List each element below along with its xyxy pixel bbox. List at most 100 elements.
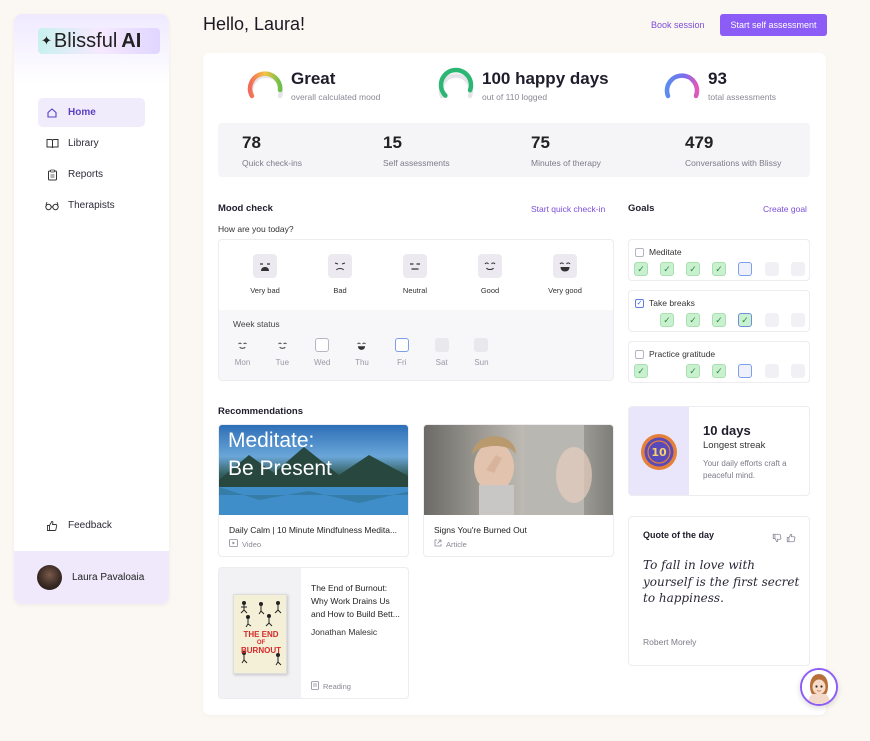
goal-day-done[interactable]: ✓ — [712, 262, 726, 276]
goal-day-today-done[interactable]: ✓ — [738, 313, 752, 327]
overlay-line: Meditate: — [228, 429, 315, 452]
day-mon[interactable]: Mon — [234, 338, 251, 372]
book-cover-image[interactable]: THE END OF BURNOUT — [233, 594, 287, 674]
sidebar-item-therapists[interactable]: Therapists — [38, 191, 145, 220]
sidebar-item-library[interactable]: Library — [38, 129, 145, 158]
goal-day-today[interactable] — [738, 364, 752, 378]
mood-check-panel: Very bad Bad Neutral Good Very good Week… — [218, 239, 614, 381]
recommendation-type: Article — [434, 539, 467, 549]
recommendation-title[interactable]: Signs You're Burned Out — [434, 525, 609, 535]
type-label: Video — [242, 539, 262, 549]
book-author: Jonathan Malesic — [311, 627, 378, 637]
thumbs-up-icon[interactable] — [786, 530, 796, 548]
goal-day-future — [765, 262, 779, 276]
goal-card[interactable]: Meditate ✓ ✓ ✓ ✓ — [628, 239, 810, 281]
goal-day-done[interactable]: ✓ — [634, 262, 648, 276]
goals-title: Goals — [628, 203, 655, 214]
goal-day-done[interactable]: ✓ — [686, 364, 700, 378]
goal-checkbox[interactable] — [635, 247, 644, 257]
day-future-box — [474, 338, 489, 352]
book-cover-title: THE END OF BURNOUT — [234, 630, 286, 655]
quote-author: Robert Morely — [643, 637, 697, 647]
video-thumbnail[interactable]: Meditate: Be Present — [219, 425, 408, 515]
streak-label: Longest streak — [703, 440, 766, 451]
goal-day-done[interactable]: ✓ — [634, 364, 648, 378]
mood-option-label: Very bad — [250, 286, 280, 295]
book-title[interactable]: The End of Burnout: Why Work Drains Us a… — [311, 582, 406, 621]
day-fri[interactable]: Fri — [393, 338, 410, 372]
goal-day-done[interactable]: ✓ — [660, 262, 674, 276]
neutral-face-icon — [403, 254, 427, 278]
page-title: Hello, Laura! — [203, 14, 306, 34]
user-profile[interactable]: Laura Pavaloaia — [14, 551, 169, 604]
goal-day-done[interactable]: ✓ — [660, 313, 674, 327]
mood-option-very-bad[interactable]: Very bad — [235, 254, 295, 304]
goal-day-future — [791, 262, 805, 276]
streak-value: 10 days — [703, 423, 751, 438]
streak-badge-area: 10 — [629, 407, 689, 495]
external-link-icon — [434, 539, 442, 549]
feedback-button[interactable]: Feedback — [38, 511, 145, 540]
goal-card[interactable]: Practice gratitude ✓ ✓ ✓ — [628, 341, 810, 383]
day-wed[interactable]: Wed — [314, 338, 331, 372]
mood-question: How are you today? — [218, 224, 294, 234]
mood-option-good[interactable]: Good — [460, 254, 520, 304]
thumbs-down-icon[interactable] — [772, 530, 782, 548]
stat-label: Self assessments — [383, 158, 450, 168]
goal-label: Take breaks — [649, 298, 695, 308]
cover-line: BURNOUT — [241, 646, 281, 655]
goal-day-done[interactable]: ✓ — [712, 313, 726, 327]
quote-card: Quote of the day To fall in love with yo… — [628, 516, 810, 666]
sidebar-item-home[interactable]: Home — [38, 98, 145, 127]
logo-ai: AI — [121, 29, 142, 52]
feedback-label: Feedback — [68, 520, 112, 531]
goal-day-future — [765, 313, 779, 327]
start-quick-checkin-link[interactable]: Start quick check-in — [531, 204, 605, 214]
goal-checkbox[interactable] — [635, 349, 644, 359]
sidebar: ✦ Blissful AI Home Library Reports Thera… — [14, 14, 169, 604]
medal-number: 10 — [651, 446, 667, 459]
day-thu[interactable]: Thu — [353, 338, 370, 372]
app-logo[interactable]: ✦ Blissful AI — [38, 28, 160, 54]
assessments-gauge-icon — [664, 73, 700, 99]
sparkle-icon: ✦ — [41, 33, 52, 48]
goal-label: Meditate — [649, 247, 682, 257]
goal-card[interactable]: ✓ Take breaks ✓ ✓ ✓ ✓ — [628, 290, 810, 332]
goal-day-today[interactable] — [738, 262, 752, 276]
clipboard-icon — [44, 169, 60, 181]
day-tue[interactable]: Tue — [274, 338, 291, 372]
recommendation-title[interactable]: Daily Calm | 10 Minute Mindfulness Medit… — [229, 525, 404, 535]
goal-day-done[interactable]: ✓ — [686, 313, 700, 327]
day-empty-box — [315, 338, 330, 352]
stat-label: Conversations with Blissy — [685, 158, 782, 168]
create-goal-link[interactable]: Create goal — [763, 204, 807, 214]
mood-option-bad[interactable]: Bad — [310, 254, 370, 304]
mood-option-very-good[interactable]: Very good — [535, 254, 595, 304]
goal-day-done[interactable]: ✓ — [686, 262, 700, 276]
goal-day-future — [791, 364, 805, 378]
overlay-line: Be Present — [228, 457, 332, 480]
sidebar-item-reports[interactable]: Reports — [38, 160, 145, 189]
goal-checkbox-checked[interactable]: ✓ — [635, 298, 644, 308]
book-icon — [44, 138, 60, 149]
video-icon — [229, 539, 238, 549]
recommendation-article-card[interactable]: Signs You're Burned Out Article — [423, 424, 614, 557]
very-bad-face-icon — [253, 254, 277, 278]
book-session-button[interactable]: Book session — [651, 20, 705, 30]
mood-option-label: Neutral — [402, 286, 428, 295]
good-face-icon — [478, 254, 502, 278]
mood-option-label: Good — [480, 286, 500, 295]
goal-title: Practice gratitude — [635, 349, 715, 359]
mood-option-label: Bad — [333, 286, 347, 295]
glasses-icon — [44, 201, 60, 211]
stat-value: 78 — [242, 133, 261, 152]
goal-day-done[interactable]: ✓ — [712, 364, 726, 378]
mood-option-neutral[interactable]: Neutral — [385, 254, 445, 304]
cover-line: THE END — [243, 630, 279, 639]
blissy-assistant-button[interactable] — [800, 668, 838, 706]
streak-medal-icon: 10 — [641, 434, 677, 470]
recommendation-book-card[interactable]: THE END OF BURNOUT The End of Burnout: W… — [218, 567, 409, 699]
recommendation-video-card[interactable]: Meditate: Be Present Daily Calm | 10 Min… — [218, 424, 409, 557]
article-thumbnail[interactable] — [424, 425, 613, 515]
start-self-assessment-button[interactable]: Start self assessment — [720, 14, 827, 36]
